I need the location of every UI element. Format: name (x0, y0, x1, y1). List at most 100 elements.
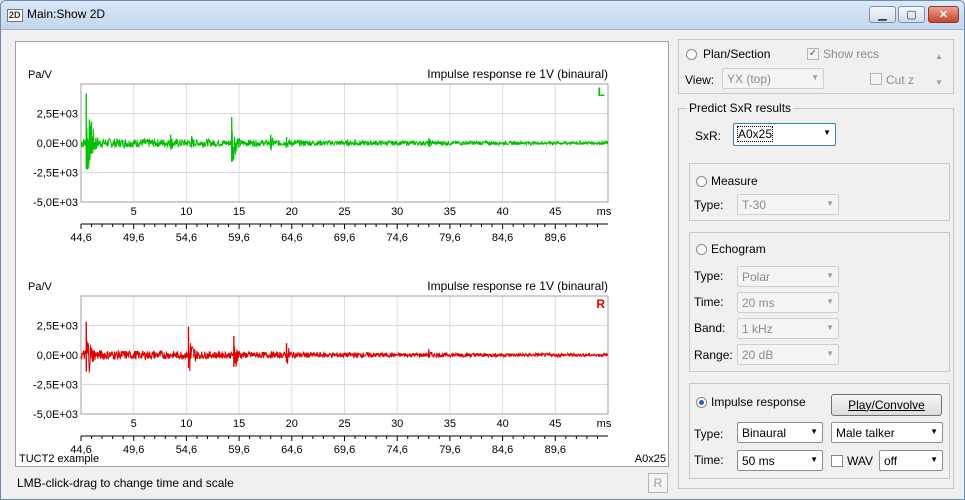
measure-radio[interactable] (696, 176, 707, 187)
close-button[interactable]: ✕ (928, 6, 959, 23)
window-title: Main:Show 2D (27, 7, 106, 21)
echogram-type-label: Type: (694, 269, 724, 283)
x-tick-label: 45 (549, 206, 561, 218)
echogram-range-label: Range: (694, 348, 733, 362)
abs-tick-label: 44,6 (70, 232, 91, 244)
sxr-label: SxR: (695, 129, 722, 143)
y-tick-label: -2,5E+03 (33, 168, 78, 180)
echogram-time-select[interactable]: 20 ms ▼ (737, 292, 839, 313)
y-tick-label: 0,0E+00 (37, 350, 78, 362)
measure-group: Measure Type: T-30 ▼ (689, 163, 950, 221)
x-tick-label: 30 (391, 206, 403, 218)
chart-title: Impulse response re 1V (binaural) (427, 67, 608, 81)
abs-tick-label: 79,6 (439, 444, 460, 456)
chevron-down-icon: ▼ (826, 323, 834, 332)
scroll-up-icon[interactable]: ▲ (935, 52, 943, 61)
wav-checkbox[interactable] (831, 455, 843, 467)
chart-title: Impulse response re 1V (binaural) (427, 279, 608, 293)
app-icon: 2D (7, 9, 23, 22)
impulse-time-select[interactable]: 50 ms ▼ (737, 450, 823, 471)
echogram-range-select[interactable]: 20 dB ▼ (737, 344, 839, 365)
maximize-button[interactable]: ▢ (898, 6, 925, 23)
abs-tick-label: 64,6 (281, 444, 302, 456)
plot-panel[interactable]: 2,5E+03 0,0E+00 -2,5E+03 -5,0E+03 Pa/V Impuls… (15, 41, 669, 467)
chevron-down-icon: ▼ (810, 455, 818, 464)
x-tick-label: 5 (131, 418, 137, 430)
abs-tick-label: 69,6 (334, 232, 355, 244)
cut-z-checkbox[interactable] (870, 73, 882, 85)
minimize-button[interactable]: ▁ (869, 6, 896, 23)
play-convolve-button[interactable]: Play/Convolve (831, 394, 942, 416)
chevron-down-icon: ▼ (930, 427, 938, 436)
abs-tick-label: 54,6 (176, 444, 197, 456)
wav-select[interactable]: off ▼ (879, 450, 943, 471)
impulse-label: Impulse response (711, 395, 806, 409)
x-tick-label: 25 (338, 206, 350, 218)
x-tick-label: 20 (286, 206, 298, 218)
abs-tick-label: 59,6 (228, 232, 249, 244)
echogram-time-label: Time: (694, 295, 724, 309)
x-tick-label: 40 (496, 418, 508, 430)
y-tick-label: 2,5E+03 (37, 321, 78, 333)
abs-tick-label: 84,6 (492, 232, 513, 244)
plan-section-radio[interactable] (686, 49, 697, 60)
scroll-down-icon[interactable]: ▼ (935, 78, 943, 87)
sxr-footer-label: A0x25 (635, 453, 666, 465)
echogram-band-select[interactable]: 1 kHz ▼ (737, 318, 839, 339)
sxr-select[interactable]: A0x25 ▼ (733, 123, 836, 146)
echogram-type-select[interactable]: Polar ▼ (737, 266, 839, 287)
abs-tick-label: 49,6 (123, 232, 144, 244)
x-tick-label: 10 (180, 418, 192, 430)
echogram-radio[interactable] (696, 244, 707, 255)
r-button[interactable]: R (648, 473, 668, 493)
abs-tick-label: 74,6 (386, 232, 407, 244)
y-tick-label: -2,5E+03 (33, 380, 78, 392)
y-tick-label: 0,0E+00 (37, 138, 78, 150)
echogram-group: Echogram Type: Polar ▼ Time: 20 ms ▼ Ban… (689, 232, 950, 372)
abs-tick-label: 84,6 (492, 444, 513, 456)
abs-tick-label: 49,6 (123, 444, 144, 456)
show-recs-checkbox[interactable]: ✓ (807, 48, 819, 60)
abs-tick-label: 89,6 (545, 232, 566, 244)
impulse-group: Impulse response Play/Convolve Type: Bin… (689, 383, 950, 479)
impulse-type-label: Type: (694, 427, 724, 441)
channel-label: L (598, 85, 605, 99)
x-tick-label: 30 (391, 418, 403, 430)
y-tick-label: -5,0E+03 (33, 409, 78, 421)
chart-L: 2,5E+03 0,0E+00 -2,5E+03 -5,0E+03 Pa/V Impuls… (28, 67, 612, 244)
x-tick-label: 10 (180, 206, 192, 218)
chevron-down-icon: ▼ (811, 73, 819, 82)
impulse-response-plots[interactable]: 2,5E+03 0,0E+00 -2,5E+03 -5,0E+03 Pa/V Impuls… (16, 42, 668, 466)
x-tick-label: 35 (444, 418, 456, 430)
impulse-radio[interactable] (696, 397, 707, 408)
chart-R: 2,5E+03 0,0E+00 -2,5E+03 -5,0E+03 Pa/V Impuls… (28, 279, 612, 456)
abs-tick-label: 64,6 (281, 232, 302, 244)
title-bar[interactable]: 2D Main:Show 2D ▁ ▢ ✕ (1, 1, 964, 30)
echogram-label: Echogram (711, 242, 766, 256)
chevron-down-icon: ▼ (823, 128, 831, 137)
chevron-down-icon: ▼ (810, 427, 818, 436)
view-label: View: (685, 73, 715, 87)
example-label: TUCT2 example (19, 453, 99, 465)
x-tick-label: 40 (496, 206, 508, 218)
view-select[interactable]: YX (top) ▼ (722, 68, 824, 89)
predict-title: Predict SxR results (687, 101, 794, 115)
impulse-type-select[interactable]: Binaural ▼ (737, 422, 823, 443)
channel-label: R (596, 297, 605, 311)
x-tick-label: 15 (233, 418, 245, 430)
chevron-down-icon: ▼ (826, 199, 834, 208)
echogram-band-label: Band: (694, 321, 726, 335)
chevron-down-icon: ▼ (826, 297, 834, 306)
measure-type-label: Type: (694, 198, 724, 212)
abs-tick-label: 74,6 (386, 444, 407, 456)
y-axis-label: Pa/V (28, 281, 53, 293)
talker-select[interactable]: Male talker ▼ (831, 422, 943, 443)
abs-tick-label: 54,6 (176, 232, 197, 244)
status-hint: LMB-click-drag to change time and scale (17, 476, 234, 490)
x-tick-label: 35 (444, 206, 456, 218)
abs-tick-label: 89,6 (545, 444, 566, 456)
measure-label: Measure (711, 174, 758, 188)
chevron-down-icon: ▼ (930, 455, 938, 464)
measure-type-select[interactable]: T-30 ▼ (737, 194, 839, 215)
main-window: 2D Main:Show 2D ▁ ▢ ✕ 2,5E+03 0,0E+00 -2,5… (0, 0, 965, 500)
